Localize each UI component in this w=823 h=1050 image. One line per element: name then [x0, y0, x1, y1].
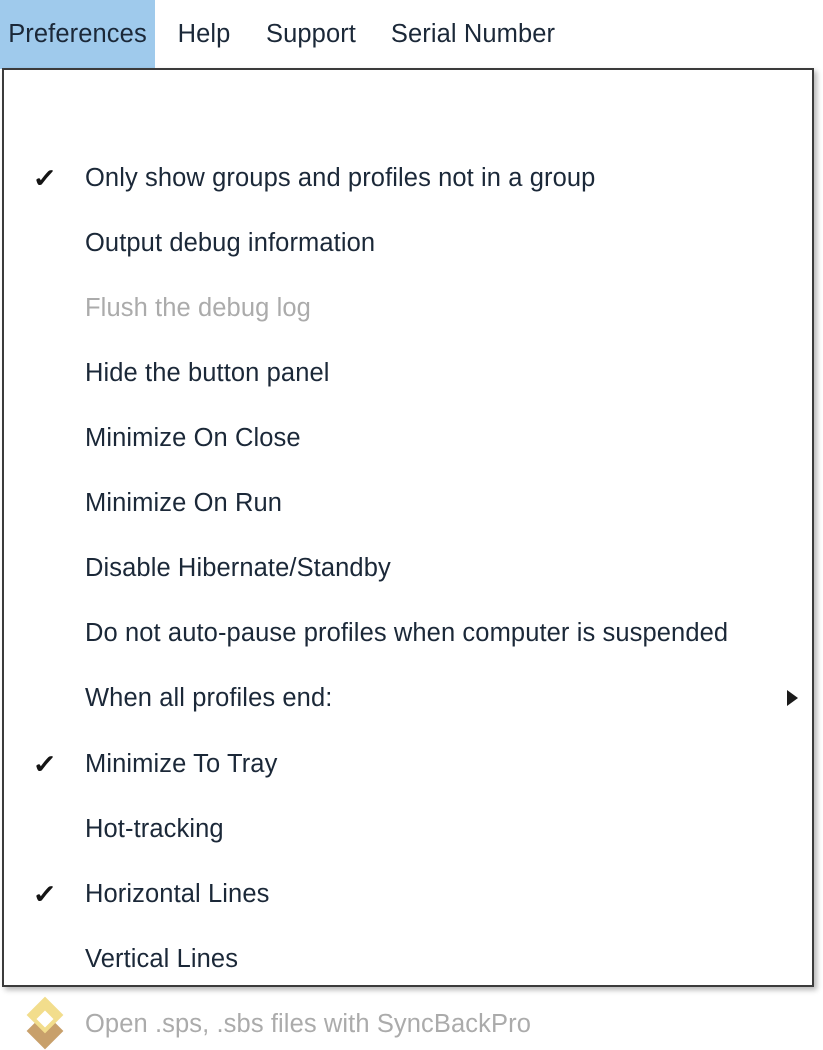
menu-item-hot-tracking[interactable]: Hot-tracking — [4, 803, 812, 855]
menu-item-only-show-groups-and-profiles-not-in-a-group[interactable]: ✓ Only show groups and profiles not in a … — [4, 152, 812, 204]
menu-item-label: Flush the debug log — [85, 293, 311, 322]
menu-item-output-debug-information[interactable]: Output debug information — [4, 217, 812, 269]
menu-item-label: Minimize On Run — [85, 488, 283, 517]
menubar-item-support[interactable]: Support — [251, 0, 371, 69]
menu-item-checkmark-icon: ✓ — [4, 881, 85, 907]
menu-item-label: Minimize On Close — [85, 423, 301, 452]
menu-item-do-not-auto-pause-profiles-when-computer-is-suspended[interactable]: Do not auto-pause profiles when computer… — [4, 607, 812, 659]
menu-item-minimize-on-close[interactable]: Minimize On Close — [4, 412, 812, 464]
menu-item-checkmark-icon: ✓ — [4, 751, 85, 777]
submenu-chevron-right-icon[interactable] — [787, 690, 798, 706]
menu-item-label: Hot-tracking — [85, 814, 224, 843]
menu-item-label: Horizontal Lines — [85, 879, 270, 908]
menu-item-label: Open .sps, .sbs files with SyncBackPro — [85, 1009, 531, 1038]
menubar-item-serial-number[interactable]: Serial Number — [377, 0, 569, 69]
menu-item-minimize-on-run[interactable]: Minimize On Run — [4, 477, 812, 529]
menubar-item-preferences[interactable]: Preferences — [0, 0, 155, 69]
menu-item-label: Only show groups and profiles not in a g… — [85, 163, 596, 192]
menu-item-minimize-to-tray[interactable]: ✓ Minimize To Tray — [4, 738, 812, 790]
menu-item-when-all-profiles-end[interactable]: When all profiles end: — [4, 672, 812, 724]
menu-bar: Preferences Help Support Serial Number — [0, 0, 823, 69]
menu-item-icon-slot — [4, 996, 85, 1050]
menu-item-label: Do not auto-pause profiles when computer… — [85, 618, 729, 647]
check-icon: ✓ — [31, 879, 58, 909]
menu-item-horizontal-lines[interactable]: ✓ Horizontal Lines — [4, 868, 812, 920]
menu-item-disable-hibernate-standby[interactable]: Disable Hibernate/Standby — [4, 542, 812, 594]
check-icon: ✓ — [31, 163, 58, 193]
syncback-diamond-icon — [26, 996, 64, 1050]
menubar-item-help[interactable]: Help — [164, 0, 244, 69]
menu-item-vertical-lines[interactable]: Vertical Lines — [4, 933, 812, 985]
menu-item-label: Disable Hibernate/Standby — [85, 553, 391, 582]
menu-item-label: Hide the button panel — [85, 358, 330, 387]
menu-item-checkmark-icon: ✓ — [4, 165, 85, 191]
menu-item-label: Minimize To Tray — [85, 749, 278, 778]
menu-item-flush-the-debug-log: Flush the debug log — [4, 282, 812, 334]
check-icon: ✓ — [31, 749, 58, 779]
menu-item-open-sps-sbs-files-with-syncbackpro: Open .sps, .sbs files with SyncBackPro — [4, 996, 812, 1050]
menu-item-label: Output debug information — [85, 228, 376, 257]
menu-item-label: When all profiles end: — [85, 683, 333, 712]
preferences-dropdown-menu: ✓ Only show groups and profiles not in a … — [2, 68, 814, 1050]
menu-item-label: Vertical Lines — [85, 944, 239, 973]
menu-item-hide-the-button-panel[interactable]: Hide the button panel — [4, 347, 812, 399]
